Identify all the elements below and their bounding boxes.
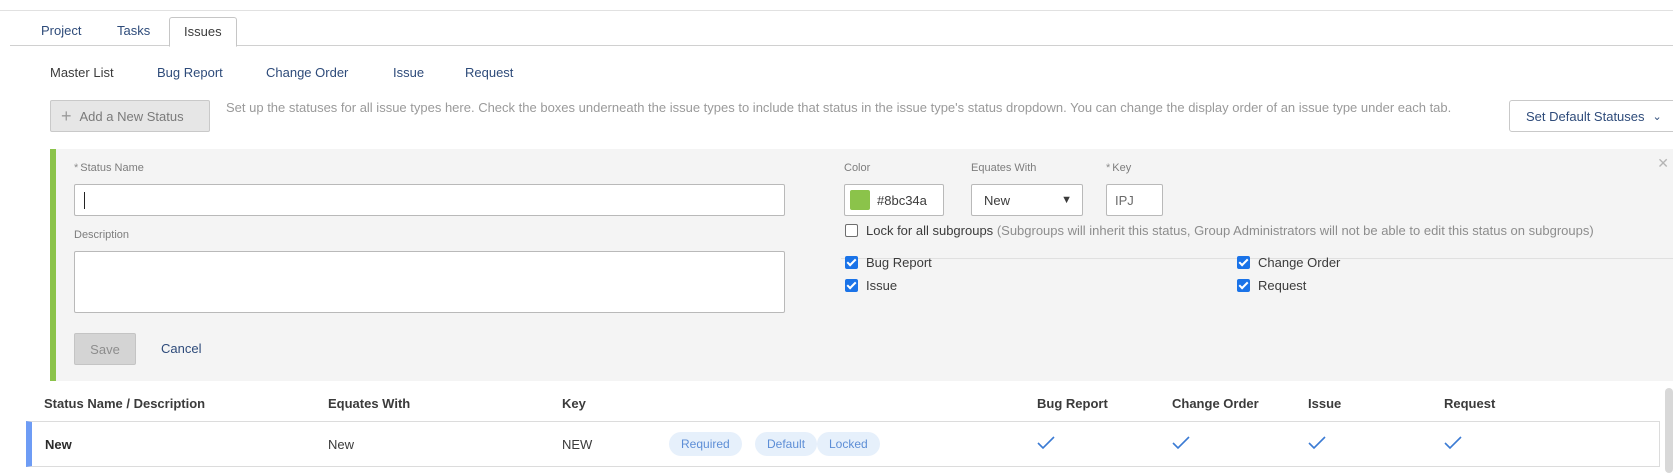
column-header-equates[interactable]: Equates With — [328, 396, 410, 411]
subtab-master-list[interactable]: Master List — [50, 65, 114, 80]
intro-text: Set up the statuses for all issue types … — [226, 100, 1452, 115]
equates-with-select[interactable]: New ▼ — [971, 184, 1083, 216]
issue-check-icon — [1308, 436, 1326, 450]
subtab-bug-report[interactable]: Bug Report — [157, 65, 223, 80]
set-default-statuses-button[interactable]: Set Default Statuses ⌄ — [1509, 100, 1673, 132]
top-tabs: Project Tasks Issues — [10, 17, 1673, 47]
plus-icon: + — [61, 106, 72, 126]
key-label: * Key — [1106, 162, 1132, 174]
chevron-down-icon: ⌄ — [1652, 110, 1662, 123]
key-input[interactable]: IPJ — [1106, 184, 1163, 216]
change-order-checkbox-label: Change Order — [1258, 255, 1341, 270]
color-label: Color — [844, 162, 871, 174]
column-header-change-order: Change Order — [1172, 396, 1259, 411]
color-picker[interactable]: #8bc34a — [844, 184, 944, 216]
default-badge: Default — [755, 432, 818, 456]
scrollbar[interactable] — [1665, 388, 1673, 473]
request-checkbox-label: Request — [1258, 278, 1307, 293]
request-check-icon — [1444, 436, 1462, 450]
cancel-button[interactable]: Cancel — [161, 341, 201, 356]
change-order-checkbox[interactable] — [1237, 256, 1250, 269]
description-textarea[interactable] — [74, 251, 785, 313]
save-button[interactable]: Save — [74, 333, 136, 365]
bug-report-checkbox[interactable] — [845, 256, 858, 269]
add-new-status-button[interactable]: + Add a New Status — [50, 100, 210, 132]
text-cursor — [84, 192, 85, 209]
color-swatch — [850, 190, 870, 210]
bug-report-checkbox-label: Bug Report — [866, 255, 932, 270]
tab-issues[interactable]: Issues — [169, 17, 237, 47]
column-header-request: Request — [1444, 396, 1496, 411]
column-header-key[interactable]: Key — [562, 396, 586, 411]
lock-subgroups-label: Lock for all subgroups (Subgroups will i… — [866, 223, 1594, 238]
equates-with-value: New — [984, 192, 1011, 208]
status-name-cell: New — [45, 437, 72, 452]
required-badge: Required — [669, 432, 742, 456]
subtab-issue[interactable]: Issue — [393, 65, 424, 80]
column-header-issue: Issue — [1308, 396, 1342, 411]
tab-project[interactable]: Project — [41, 17, 81, 46]
color-hex-value: #8bc34a — [877, 192, 927, 208]
chevron-down-icon: ▼ — [1061, 194, 1072, 206]
request-checkbox[interactable] — [1237, 279, 1250, 292]
required-marker: * — [1106, 162, 1111, 174]
subtab-request[interactable]: Request — [465, 65, 513, 80]
key-cell: NEW — [562, 437, 593, 452]
column-header-bug-report: Bug Report — [1037, 396, 1108, 411]
panel-divider — [841, 258, 1673, 259]
status-name-label: * Status Name — [74, 162, 144, 174]
tab-tasks[interactable]: Tasks — [117, 17, 150, 46]
equates-with-cell: New — [328, 437, 355, 452]
bug-report-check-icon — [1037, 436, 1055, 450]
status-edit-panel: ✕ * Status Name Description Save Cancel C… — [50, 149, 1673, 381]
column-header-name[interactable]: Status Name / Description — [44, 396, 205, 411]
change-order-check-icon — [1172, 436, 1190, 450]
lock-subgroups-checkbox[interactable] — [845, 224, 858, 237]
required-marker: * — [74, 162, 79, 174]
close-icon[interactable]: ✕ — [1657, 155, 1669, 172]
add-new-status-label: Add a New Status — [79, 108, 184, 124]
table-row[interactable]: New New NEW Required Default Locked — [26, 421, 1660, 467]
description-label: Description — [74, 229, 130, 241]
subtab-change-order[interactable]: Change Order — [266, 65, 348, 80]
issue-checkbox[interactable] — [845, 279, 858, 292]
top-divider — [0, 10, 1673, 11]
set-default-statuses-label: Set Default Statuses — [1526, 108, 1645, 124]
locked-badge: Locked — [817, 432, 880, 456]
status-name-input[interactable] — [74, 184, 785, 216]
equates-with-label: Equates With — [971, 162, 1037, 174]
issue-checkbox-label: Issue — [866, 278, 898, 293]
